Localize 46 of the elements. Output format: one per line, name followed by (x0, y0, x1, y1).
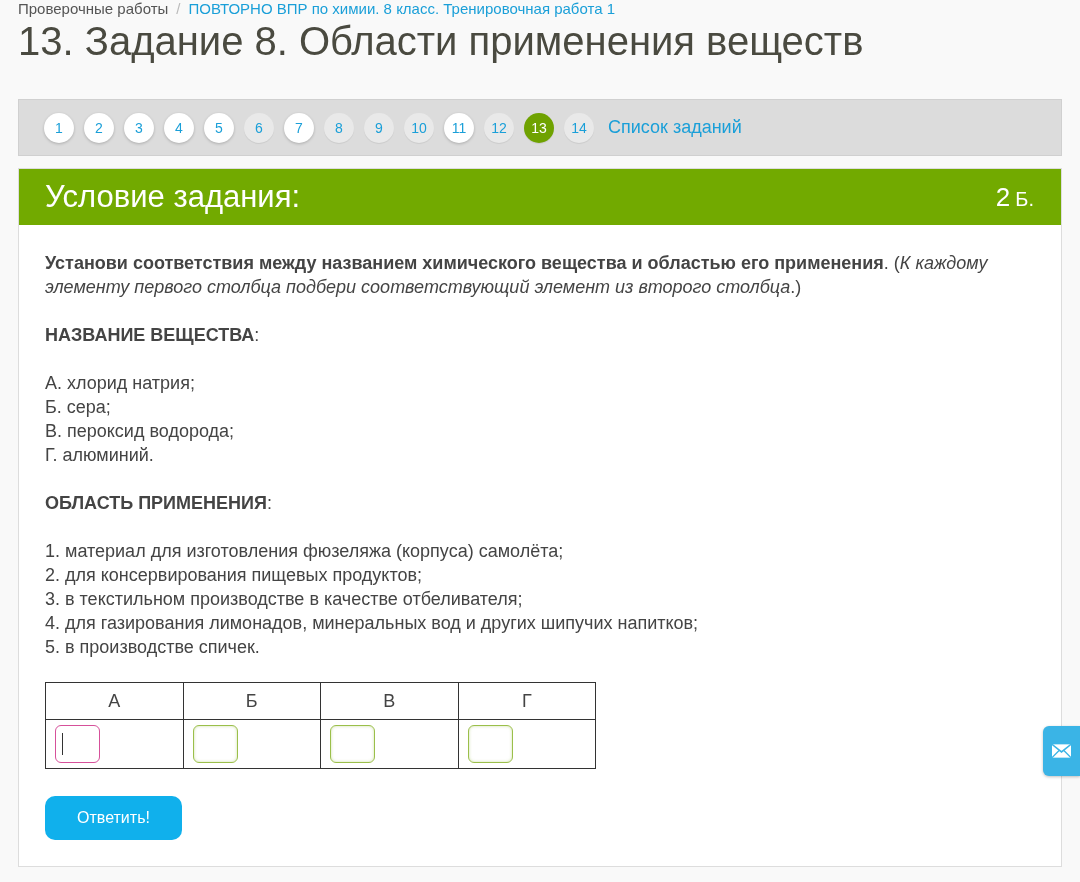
page-number-button[interactable]: 9 (364, 112, 394, 143)
answer-input[interactable] (192, 725, 238, 763)
page-number-button[interactable]: 8 (324, 112, 354, 143)
page-number-button[interactable]: 2 (84, 112, 114, 143)
answer-input[interactable] (330, 725, 375, 763)
page-number-button[interactable]: 10 (404, 112, 434, 143)
table-header-cell: Б (183, 682, 321, 720)
list-item: 4. для газирования лимонадов, минеральных вод и других шипучих напитков; (45, 612, 700, 635)
page-number-button[interactable]: 14 (564, 112, 594, 143)
list-item: 3. в текстильном производстве в качестве отбеливателя; (45, 588, 524, 611)
text-cursor-icon (62, 733, 63, 755)
mail-button[interactable] (1043, 726, 1080, 776)
submit-button[interactable]: Ответить! (45, 796, 182, 840)
table-header-cell: Г (458, 682, 596, 720)
page-number-button[interactable]: 11 (444, 112, 474, 143)
task-header-title: Условие задания: (45, 179, 301, 215)
breadcrumb-link[interactable]: ПОВТОРНО ВПР по химии. 8 класс. Тренировочная работа 1 (188, 0, 616, 18)
page-number-button[interactable]: 5 (204, 112, 234, 143)
list-item: Г. алюминий. (45, 444, 155, 467)
envelope-icon (1052, 744, 1071, 758)
list-item: 1. материал для изготовления фюзеляжа (корпуса) самолёта; (45, 540, 565, 563)
list-item: Б. сера; (45, 396, 112, 419)
points-unit: Б. (1015, 187, 1034, 211)
page-number-button[interactable]: 12 (484, 112, 514, 143)
answer-input[interactable] (467, 725, 513, 763)
points-value: 2 (995, 181, 1011, 213)
page-number-button[interactable]: 7 (284, 112, 314, 143)
page-number-button[interactable]: 1 (44, 112, 74, 143)
table-header-cell: В (320, 682, 458, 720)
table-header-cell: А (45, 682, 183, 720)
breadcrumb-item[interactable]: Проверочные работы (18, 0, 169, 18)
page-title: 13. Задание 8. Области применения веществ (18, 18, 865, 64)
list-item: 5. в производстве спичек. (45, 636, 261, 659)
page-number-button[interactable]: 3 (124, 112, 154, 143)
task-list-link[interactable]: Список заданий (608, 117, 742, 138)
breadcrumb-separator: / (176, 0, 181, 18)
page-number-button[interactable]: 4 (164, 112, 194, 143)
list-item: А. хлорид натрия; (45, 372, 196, 395)
answer-input[interactable] (55, 725, 100, 763)
list-item: 2. для консервирования пищевых продуктов; (45, 564, 424, 587)
list-item: В. пероксид водорода; (45, 420, 236, 443)
page-number-button[interactable]: 6 (244, 112, 274, 143)
page-number-button[interactable]: 13 (524, 112, 554, 143)
section-heading: НАЗВАНИЕ ВЕЩЕСТВА: (45, 324, 261, 347)
section-heading: ОБЛАСТЬ ПРИМЕНЕНИЯ: (45, 492, 273, 515)
task-instruction: Установи соответствия между названием химического вещества и областью его применения. (К каждому элементу первого столбца подбери соответствующий элемент из второго столбца.) (45, 252, 989, 299)
